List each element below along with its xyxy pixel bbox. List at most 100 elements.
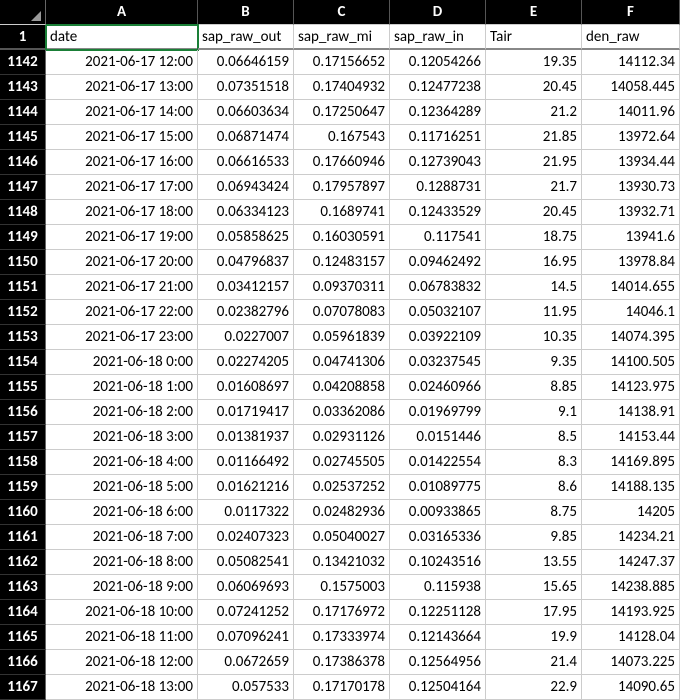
cell[interactable]: 13934.44 [582, 150, 680, 175]
cell[interactable]: 9.35 [486, 350, 582, 375]
cell[interactable]: 21.85 [486, 125, 582, 150]
cell[interactable]: 14011.96 [582, 100, 680, 125]
cell[interactable]: 8.75 [486, 500, 582, 525]
cell[interactable]: 13972.64 [582, 125, 680, 150]
row-header[interactable]: 1162 [0, 550, 46, 575]
cell[interactable]: 16.95 [486, 250, 582, 275]
cell[interactable]: 0.02460966 [390, 375, 486, 400]
select-all-corner[interactable] [0, 0, 46, 25]
cell[interactable]: 0.06334123 [198, 200, 294, 225]
cell[interactable]: 0.03237545 [390, 350, 486, 375]
cell[interactable]: 0.04741306 [294, 350, 390, 375]
cell[interactable]: 0.01621216 [198, 475, 294, 500]
cell[interactable]: 0.06069693 [198, 575, 294, 600]
cell[interactable]: 0.02537252 [294, 475, 390, 500]
cell[interactable]: 0.03412157 [198, 275, 294, 300]
cell[interactable]: 0.06646159 [198, 50, 294, 75]
cell[interactable]: 0.0117322 [198, 500, 294, 525]
cell[interactable]: 0.01608697 [198, 375, 294, 400]
cell[interactable]: 0.0672659 [198, 650, 294, 675]
cell[interactable]: 0.07096241 [198, 625, 294, 650]
cell[interactable]: 0.09462492 [390, 250, 486, 275]
cell[interactable]: 14138.91 [582, 400, 680, 425]
active-cell[interactable]: date [46, 25, 198, 50]
row-header[interactable]: 1143 [0, 75, 46, 100]
row-header[interactable]: 1152 [0, 300, 46, 325]
cell[interactable]: 2021-06-18 9:00 [46, 575, 198, 600]
cell[interactable]: 2021-06-17 21:00 [46, 275, 198, 300]
cell[interactable]: 14128.04 [582, 625, 680, 650]
cell[interactable]: 0.03922109 [390, 325, 486, 350]
cell[interactable]: 0.09370311 [294, 275, 390, 300]
cell[interactable]: 0.12054266 [390, 50, 486, 75]
cell[interactable]: 8.3 [486, 450, 582, 475]
cell[interactable]: 0.00933865 [390, 500, 486, 525]
cell[interactable]: 2021-06-17 23:00 [46, 325, 198, 350]
cell[interactable]: 2021-06-18 1:00 [46, 375, 198, 400]
cell[interactable]: 2021-06-18 3:00 [46, 425, 198, 450]
cell[interactable]: 0.0227007 [198, 325, 294, 350]
cell[interactable]: 0.02482936 [294, 500, 390, 525]
cell[interactable]: 0.05961839 [294, 325, 390, 350]
row-header[interactable]: 1160 [0, 500, 46, 525]
cell[interactable]: 14123.975 [582, 375, 680, 400]
header-cell-F[interactable]: den_raw [582, 25, 680, 50]
cell[interactable]: 0.03165336 [390, 525, 486, 550]
cell[interactable]: 0.07241252 [198, 600, 294, 625]
cell[interactable]: 2021-06-18 12:00 [46, 650, 198, 675]
row-header[interactable]: 1157 [0, 425, 46, 450]
cell[interactable]: 0.02931126 [294, 425, 390, 450]
cell[interactable]: 13.55 [486, 550, 582, 575]
cell[interactable]: 18.75 [486, 225, 582, 250]
cell[interactable]: 14090.65 [582, 675, 680, 700]
cell[interactable]: 0.01719417 [198, 400, 294, 425]
cell[interactable]: 14046.1 [582, 300, 680, 325]
row-header[interactable]: 1166 [0, 650, 46, 675]
cell[interactable]: 0.12251128 [390, 600, 486, 625]
header-cell-E[interactable]: Tair [486, 25, 582, 50]
cell[interactable]: 0.06871474 [198, 125, 294, 150]
cell[interactable]: 0.115938 [390, 575, 486, 600]
row-header-1[interactable]: 1 [0, 25, 46, 50]
cell[interactable]: 11.95 [486, 300, 582, 325]
cell[interactable]: 0.01381937 [198, 425, 294, 450]
cell[interactable]: 13932.71 [582, 200, 680, 225]
cell[interactable]: 0.12739043 [390, 150, 486, 175]
cell[interactable]: 22.9 [486, 675, 582, 700]
cell[interactable]: 0.05858625 [198, 225, 294, 250]
cell[interactable]: 0.05032107 [390, 300, 486, 325]
cell[interactable]: 0.117541 [390, 225, 486, 250]
cell[interactable]: 2021-06-18 11:00 [46, 625, 198, 650]
row-header[interactable]: 1153 [0, 325, 46, 350]
row-header[interactable]: 1146 [0, 150, 46, 175]
cell[interactable]: 20.45 [486, 75, 582, 100]
row-header[interactable]: 1148 [0, 200, 46, 225]
cell[interactable]: 2021-06-17 13:00 [46, 75, 198, 100]
cell[interactable]: 14074.395 [582, 325, 680, 350]
cell[interactable]: 14058.445 [582, 75, 680, 100]
cell[interactable]: 9.1 [486, 400, 582, 425]
cell[interactable]: 2021-06-17 16:00 [46, 150, 198, 175]
cell[interactable]: 0.06603634 [198, 100, 294, 125]
cell[interactable]: 13930.73 [582, 175, 680, 200]
cell[interactable]: 2021-06-17 20:00 [46, 250, 198, 275]
cell[interactable]: 20.45 [486, 200, 582, 225]
cell[interactable]: 0.07351518 [198, 75, 294, 100]
cell[interactable]: 2021-06-18 2:00 [46, 400, 198, 425]
cell[interactable]: 2021-06-18 10:00 [46, 600, 198, 625]
cell[interactable]: 0.17957897 [294, 175, 390, 200]
cell[interactable]: 17.95 [486, 600, 582, 625]
cell[interactable]: 0.17386378 [294, 650, 390, 675]
cell[interactable]: 2021-06-17 14:00 [46, 100, 198, 125]
cell[interactable]: 0.1689741 [294, 200, 390, 225]
cell[interactable]: 0.17404932 [294, 75, 390, 100]
cell[interactable]: 14112.34 [582, 50, 680, 75]
cell[interactable]: 2021-06-18 6:00 [46, 500, 198, 525]
cell[interactable]: 2021-06-17 12:00 [46, 50, 198, 75]
cell[interactable]: 0.17156652 [294, 50, 390, 75]
row-header[interactable]: 1150 [0, 250, 46, 275]
cell[interactable]: 14193.925 [582, 600, 680, 625]
cell[interactable]: 13941.6 [582, 225, 680, 250]
cell[interactable]: 0.12504164 [390, 675, 486, 700]
row-header[interactable]: 1158 [0, 450, 46, 475]
